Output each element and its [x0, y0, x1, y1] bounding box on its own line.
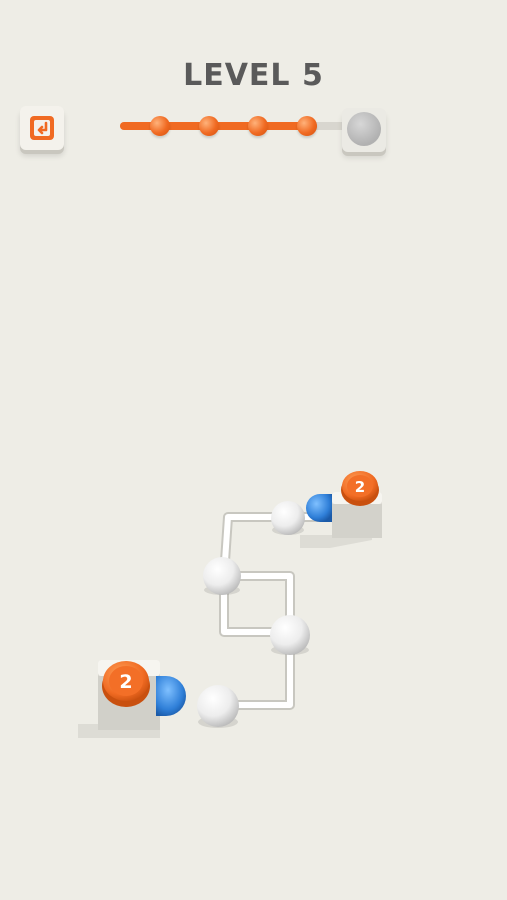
- socket-top-number: 2: [355, 478, 365, 496]
- pipe-joint-ball[interactable]: [271, 501, 305, 535]
- socket-bottom-number: 2: [119, 671, 132, 693]
- socket-bottom[interactable]: 2: [78, 660, 186, 738]
- socket-top[interactable]: 2: [300, 471, 382, 548]
- pipe-joint-ball[interactable]: [197, 685, 239, 728]
- puzzle-board: 2 2: [78, 471, 382, 738]
- pipe-joint-ball[interactable]: [203, 557, 241, 595]
- pipe-joint-ball[interactable]: [270, 615, 310, 655]
